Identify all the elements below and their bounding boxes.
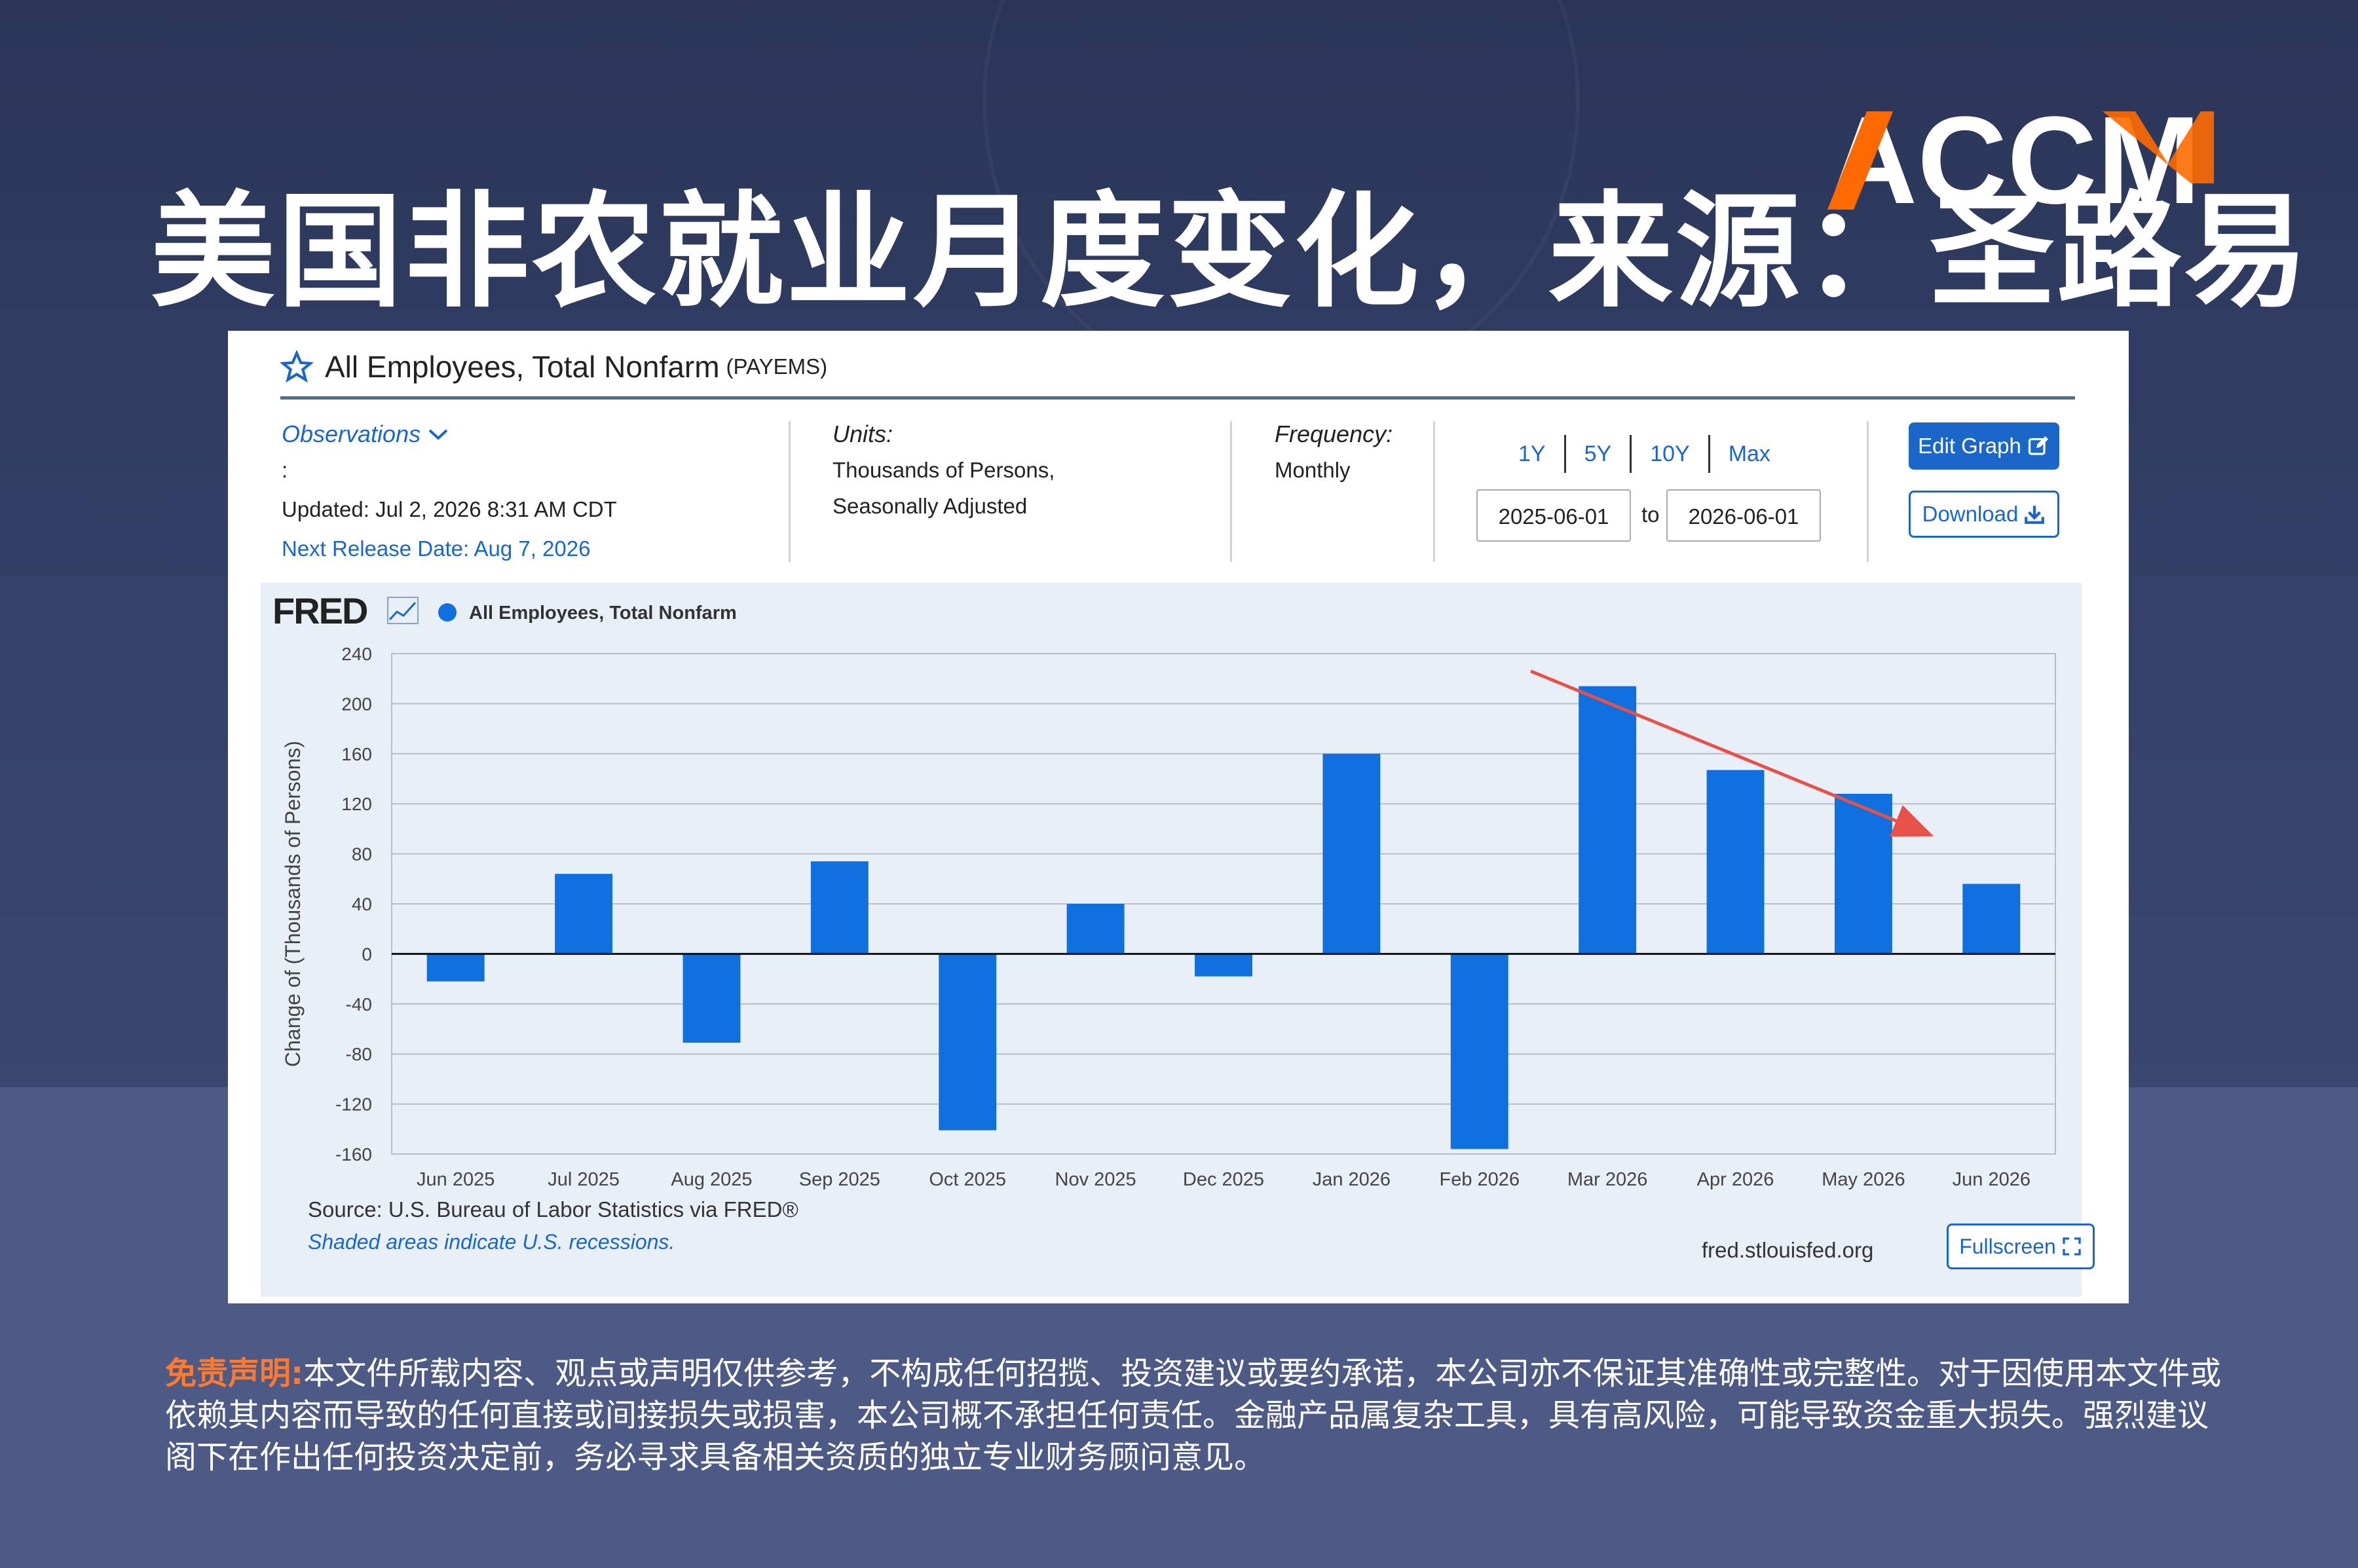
x-tick-label: May 2026 xyxy=(1822,1169,1905,1190)
series-title-row: All Employees, Total Nonfarm (PAYEMS) xyxy=(280,344,827,390)
bar xyxy=(426,954,485,982)
disclaimer: 免责声明:本文件所载内容、观点或声明仅供参考，不构成任何招揽、投资建议或要约承诺… xyxy=(165,1353,2228,1478)
y-tick-label: 120 xyxy=(341,794,372,814)
range-buttons: 1Y 5Y 10Y Max xyxy=(1500,434,1789,474)
bar-chart: FRED All Employees, Total Nonfarm Change… xyxy=(272,590,2056,1190)
meta-separator-4 xyxy=(1867,421,1869,562)
y-tick-label: -80 xyxy=(346,1044,372,1064)
x-tick-label: Apr 2026 xyxy=(1697,1169,1774,1190)
x-tick-label: Feb 2026 xyxy=(1439,1169,1520,1190)
source-text: Source: U.S. Bureau of Labor Statistics … xyxy=(308,1197,798,1222)
fullscreen-icon xyxy=(2063,1237,2081,1256)
y-tick-label: -40 xyxy=(346,994,372,1015)
meta-separator-2 xyxy=(1230,421,1232,562)
disclaimer-label: 免责声明: xyxy=(165,1355,304,1392)
legend-label: All Employees, Total Nonfarm xyxy=(469,603,737,624)
bar xyxy=(810,861,869,954)
meta-separator-1 xyxy=(789,421,791,562)
range-10y-button[interactable]: 10Y xyxy=(1632,441,1708,467)
units-line1: Thousands of Persons, xyxy=(833,458,1055,482)
x-tick-label: Mar 2026 xyxy=(1567,1169,1648,1190)
x-tick-label: Oct 2025 xyxy=(929,1169,1006,1190)
y-tick-label: 160 xyxy=(341,744,372,764)
download-button[interactable]: Download xyxy=(1909,491,2059,538)
x-tick-label: Jun 2026 xyxy=(1953,1169,2030,1190)
series-title: All Employees, Total Nonfarm xyxy=(325,350,720,384)
bar xyxy=(1962,884,2021,954)
x-tick-label: Aug 2025 xyxy=(671,1169,752,1190)
frequency-value: Monthly xyxy=(1275,458,1351,482)
y-tick-label: 0 xyxy=(362,944,372,964)
y-tick-label: -160 xyxy=(335,1144,372,1165)
edit-graph-button[interactable]: Edit Graph xyxy=(1909,422,2059,470)
chart-panel: FRED All Employees, Total Nonfarm Change… xyxy=(261,583,2095,1297)
star-outline-icon[interactable] xyxy=(280,350,313,383)
fred-card: All Employees, Total Nonfarm (PAYEMS) Ob… xyxy=(228,331,2129,1303)
updated-text: Updated: Jul 2, 2026 8:31 AM CDT xyxy=(282,497,617,521)
x-tick-label: Jul 2025 xyxy=(548,1169,620,1190)
y-tick-label: 240 xyxy=(341,644,372,664)
y-tick-label: 40 xyxy=(352,894,372,914)
bar xyxy=(1834,793,1892,954)
y-tick-label: 200 xyxy=(341,694,372,714)
start-date-input[interactable]: 2025-06-01 xyxy=(1476,489,1631,542)
range-5y-button[interactable]: 5Y xyxy=(1566,441,1630,467)
trend-arrow-head xyxy=(1890,805,1934,837)
range-max-button[interactable]: Max xyxy=(1710,441,1789,467)
bar xyxy=(555,874,613,954)
series-code: (PAYEMS) xyxy=(726,354,828,379)
fullscreen-button[interactable]: Fullscreen xyxy=(1947,1223,2095,1269)
bar xyxy=(1579,686,1637,954)
units-block: Units: Thousands of Persons, Seasonally … xyxy=(833,416,1055,524)
x-tick-label: Nov 2025 xyxy=(1055,1169,1136,1190)
edit-icon xyxy=(2028,436,2048,455)
units-line2: Seasonally Adjusted xyxy=(833,494,1028,518)
y-tick-label: -120 xyxy=(335,1094,372,1115)
x-tick-label: Dec 2025 xyxy=(1183,1169,1264,1190)
fred-line-icon xyxy=(387,597,419,624)
meta-separator-3 xyxy=(1433,421,1435,562)
chevron-down-icon xyxy=(428,429,448,440)
date-to-label: to xyxy=(1641,502,1660,527)
bar xyxy=(1450,954,1508,1149)
end-date-input[interactable]: 2026-06-01 xyxy=(1666,489,1821,542)
observations-block: Observations : Updated: Jul 2, 2026 8:31… xyxy=(282,416,617,567)
recession-note: Shaded areas indicate U.S. recessions. xyxy=(308,1230,675,1254)
units-label: Units: xyxy=(833,420,893,447)
bar xyxy=(1195,954,1252,977)
range-1y-button[interactable]: 1Y xyxy=(1500,441,1564,467)
frequency-block: Frequency: Monthly xyxy=(1275,416,1393,488)
y-axis-label: Change of (Thousands of Persons) xyxy=(281,741,305,1067)
disclaimer-text: 本文件所载内容、观点或声明仅供参考，不构成任何招揽、投资建议或要约承诺，本公司亦… xyxy=(165,1355,2222,1476)
frequency-label: Frequency: xyxy=(1275,420,1393,447)
bar xyxy=(1066,904,1125,954)
legend-marker xyxy=(438,603,457,622)
x-tick-label: Jun 2025 xyxy=(417,1169,495,1190)
x-tick-label: Sep 2025 xyxy=(799,1169,880,1190)
y-tick-label: 80 xyxy=(352,844,372,865)
next-release-link[interactable]: Next Release Date: Aug 7, 2026 xyxy=(282,531,617,567)
download-icon xyxy=(2025,506,2045,524)
accm-logo: ACCM xyxy=(1827,105,2214,216)
bar xyxy=(1322,753,1381,954)
x-tick-label: Jan 2026 xyxy=(1313,1169,1391,1190)
fred-brand: FRED xyxy=(272,590,367,631)
fred-url: fred.stlouisfed.org xyxy=(1702,1238,1874,1262)
observations-toggle[interactable]: Observations xyxy=(282,416,617,452)
bar xyxy=(939,954,997,1130)
observations-colon: : xyxy=(282,458,288,482)
bar xyxy=(683,954,741,1043)
title-divider xyxy=(280,396,2075,400)
bar xyxy=(1706,770,1765,954)
